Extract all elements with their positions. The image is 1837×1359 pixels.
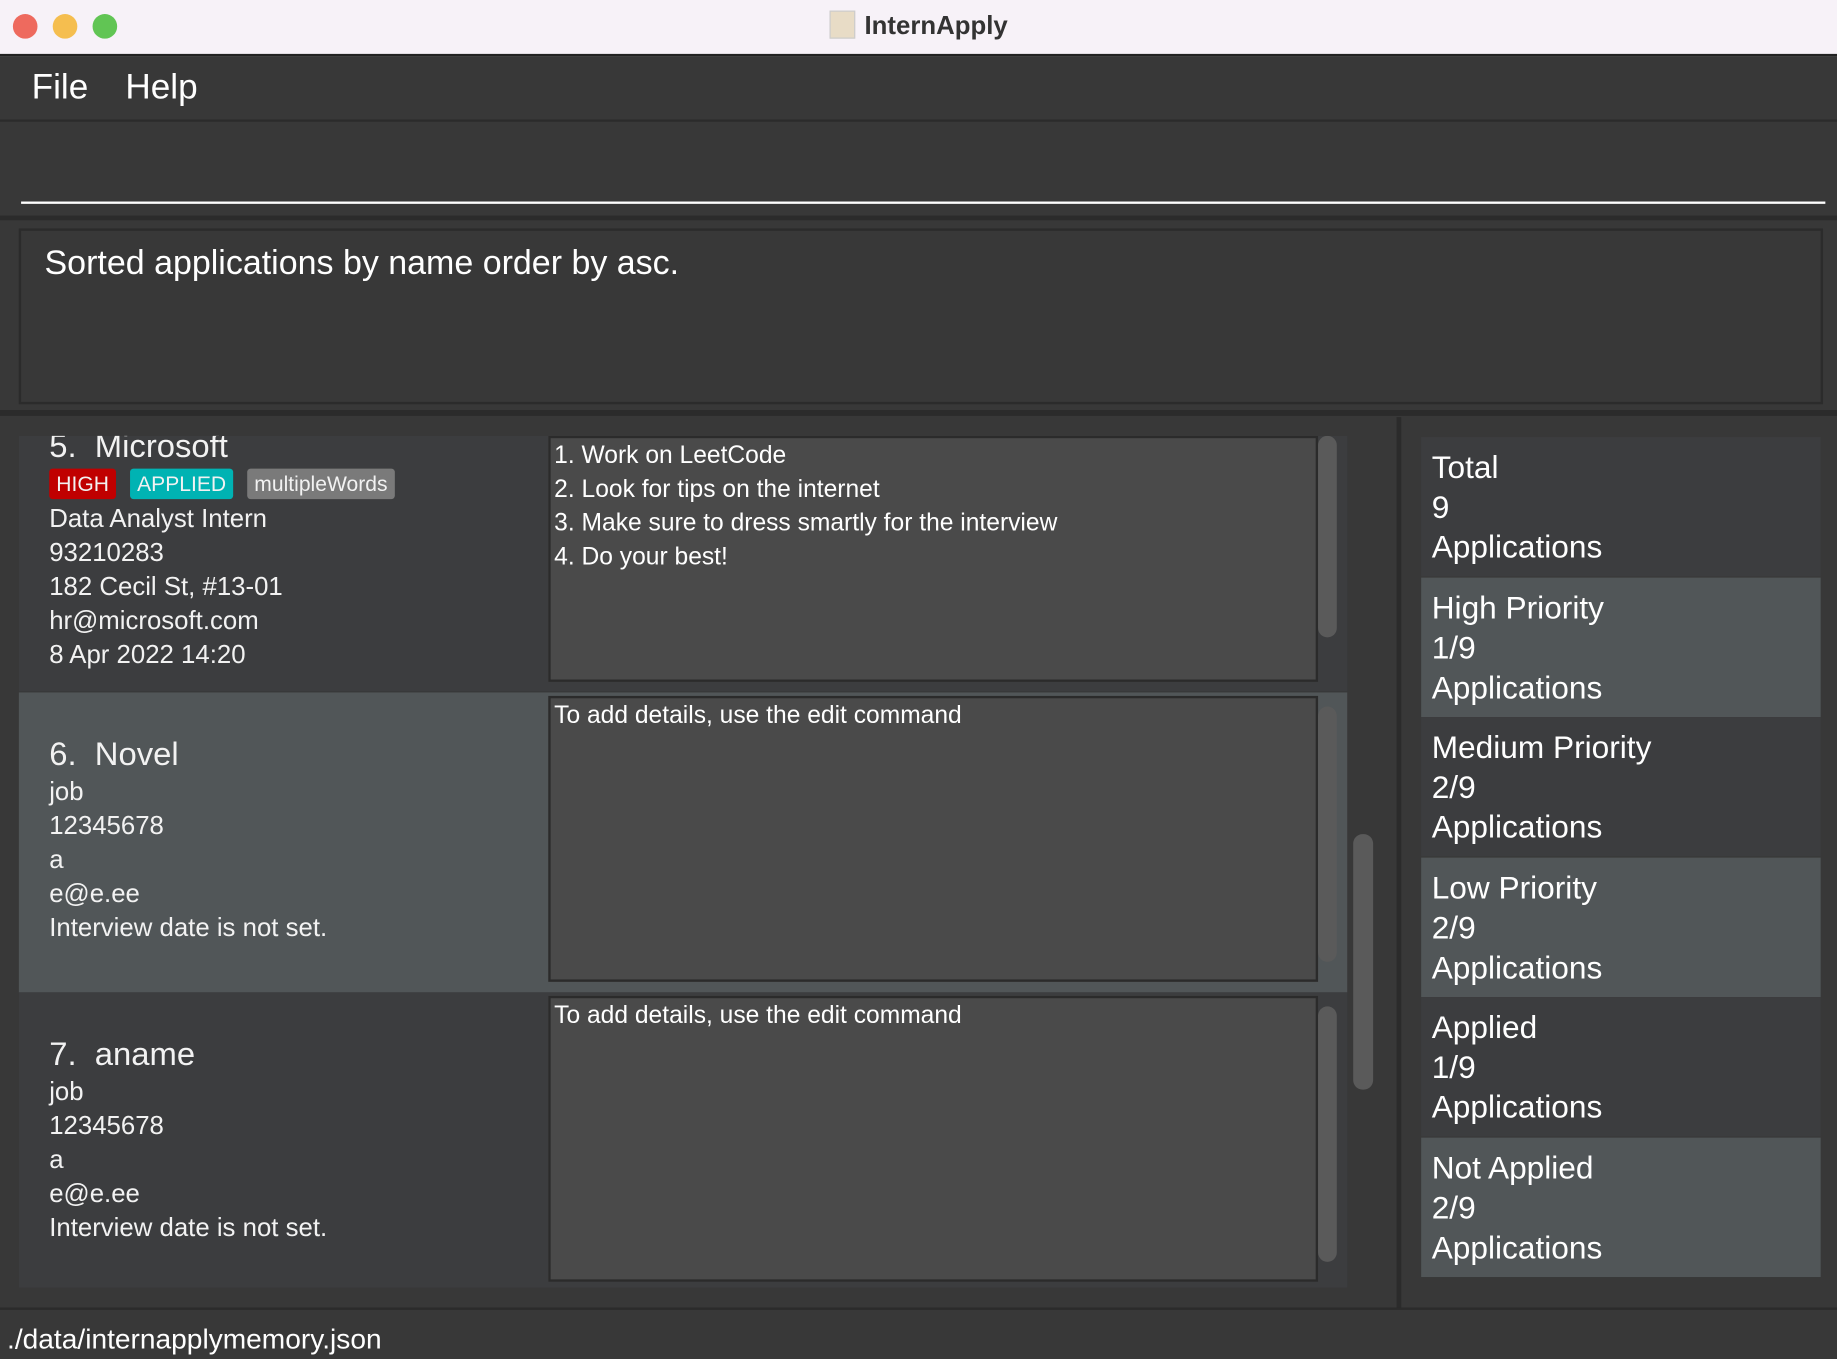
stat-title: High Priority bbox=[1431, 589, 1604, 626]
title-bar: InternApply bbox=[0, 0, 1837, 57]
tag-badge: APPLIED bbox=[130, 468, 234, 500]
detail-line: 4. Do your best! bbox=[554, 543, 728, 571]
stat-title: Applied bbox=[1431, 1009, 1538, 1046]
details-scrollbar[interactable] bbox=[1318, 706, 1337, 962]
stat-title: Total bbox=[1431, 449, 1499, 486]
interview-date: 8 Apr 2022 14:20 bbox=[49, 639, 246, 669]
application-name: 6. Novel bbox=[49, 735, 327, 775]
tag-list: HIGH APPLIED multipleWords bbox=[49, 468, 395, 500]
details-scrollbar[interactable] bbox=[1318, 1006, 1337, 1262]
application-list: 5. Microsoft HIGH APPLIED multipleWords Da… bbox=[18, 435, 1348, 1289]
phone: 93210283 bbox=[49, 537, 164, 568]
details-scrollbar[interactable] bbox=[1318, 435, 1337, 638]
application-index: 5. bbox=[49, 435, 77, 464]
stat-value: 2/9 bbox=[1431, 769, 1476, 805]
command-input[interactable] bbox=[21, 131, 1826, 204]
stat-unit: Applications bbox=[1431, 949, 1603, 985]
stat-title: Low Priority bbox=[1431, 869, 1597, 906]
stat-value: 2/9 bbox=[1431, 1189, 1476, 1225]
address: 182 Cecil St, #13-01 bbox=[49, 571, 283, 602]
status-bar: ./data/internapplymemory.json bbox=[0, 1307, 1837, 1359]
details-box[interactable]: 1. Work on LeetCode 2. Look for tips on t… bbox=[548, 435, 1319, 682]
application-name: 5. Microsoft bbox=[49, 436, 394, 466]
stat-value: 9 bbox=[1431, 489, 1450, 525]
interview-date: Interview date is not set. bbox=[49, 912, 328, 942]
stat-title: Medium Priority bbox=[1431, 729, 1652, 766]
storage-path: ./data/internapplymemory.json bbox=[7, 1323, 382, 1356]
stat-card: Applied 1/9 Applications bbox=[1421, 997, 1821, 1137]
result-display: Sorted applications by name order by asc… bbox=[18, 228, 1824, 405]
address: a bbox=[49, 1144, 64, 1174]
stat-title: Not Applied bbox=[1431, 1149, 1594, 1186]
stat-card: Medium Priority 2/9 Applications bbox=[1421, 717, 1821, 857]
job-title: job bbox=[49, 776, 84, 807]
detail-line: 3. Make sure to dress smartly for the in… bbox=[554, 509, 1058, 537]
stat-card: Total 9 Applications bbox=[1421, 437, 1821, 577]
menu-bar: File Help bbox=[0, 56, 1837, 122]
application-index: 7. bbox=[49, 1035, 77, 1073]
stat-unit: Applications bbox=[1431, 809, 1603, 845]
stat-value: 2/9 bbox=[1431, 909, 1476, 945]
divider bbox=[0, 410, 1837, 416]
email: hr@microsoft.com bbox=[49, 605, 259, 636]
detail-line: 2. Look for tips on the internet bbox=[554, 475, 880, 503]
stat-unit: Applications bbox=[1431, 1089, 1603, 1125]
window-title-text: InternApply bbox=[864, 10, 1008, 40]
window-title: InternApply bbox=[0, 10, 1837, 41]
application-card[interactable]: 6. Novel job 12345678 a e@e.ee Interview… bbox=[18, 692, 1348, 993]
command-box bbox=[0, 121, 1837, 221]
stat-card: Low Priority 2/9 Applications bbox=[1421, 857, 1821, 997]
menu-help[interactable]: Help bbox=[125, 68, 197, 108]
stat-card: Not Applied 2/9 Applications bbox=[1421, 1137, 1821, 1277]
job-title: Data Analyst Intern bbox=[49, 503, 267, 534]
stat-unit: Applications bbox=[1431, 529, 1603, 565]
application-card[interactable]: 7. aname job 12345678 a e@e.ee Interview… bbox=[18, 992, 1348, 1288]
stat-value: 1/9 bbox=[1431, 629, 1476, 665]
address: a bbox=[49, 844, 64, 875]
email: e@e.ee bbox=[49, 1178, 140, 1208]
company-name: aname bbox=[94, 1035, 196, 1073]
stat-card: High Priority 1/9 Applications bbox=[1421, 577, 1821, 717]
list-scrollbar[interactable] bbox=[1353, 834, 1374, 1090]
details-box[interactable]: To add details, use the edit command bbox=[548, 995, 1319, 1282]
company-name: Novel bbox=[94, 735, 179, 773]
details-box[interactable]: To add details, use the edit command bbox=[548, 695, 1319, 982]
job-title: job bbox=[49, 1076, 84, 1106]
stat-value: 1/9 bbox=[1431, 1049, 1476, 1085]
panel-divider bbox=[1396, 417, 1402, 1308]
tag-badge: HIGH bbox=[49, 468, 116, 500]
phone: 12345678 bbox=[49, 1110, 164, 1140]
stat-unit: Applications bbox=[1431, 1229, 1603, 1265]
application-index: 6. bbox=[49, 735, 77, 773]
detail-line: 1. Work on LeetCode bbox=[554, 441, 787, 469]
company-name: Microsoft bbox=[94, 435, 228, 464]
detail-line: To add details, use the edit command bbox=[554, 1001, 962, 1029]
application-card[interactable]: 5. Microsoft HIGH APPLIED multipleWords Da… bbox=[18, 435, 1348, 692]
menu-file[interactable]: File bbox=[32, 68, 89, 108]
interview-date: Interview date is not set. bbox=[49, 1212, 328, 1242]
application-name: 7. aname bbox=[49, 1035, 327, 1075]
detail-line: To add details, use the edit command bbox=[554, 701, 962, 729]
result-message: Sorted applications by name order by asc… bbox=[44, 244, 680, 283]
email: e@e.ee bbox=[49, 878, 140, 908]
tag-badge: multipleWords bbox=[247, 468, 395, 500]
app-icon bbox=[829, 10, 856, 39]
phone: 12345678 bbox=[49, 810, 164, 841]
stat-unit: Applications bbox=[1431, 669, 1603, 705]
